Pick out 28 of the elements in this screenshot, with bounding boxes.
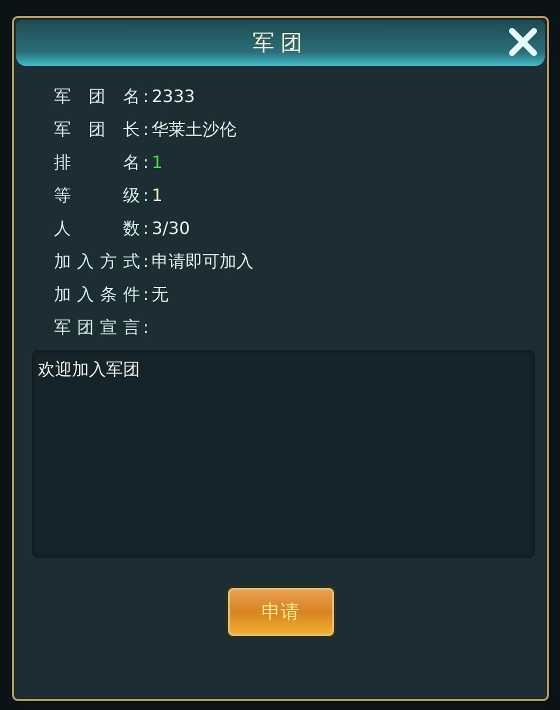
info-label: 人 数 (54, 218, 140, 240)
colon: : (143, 252, 149, 272)
colon: : (143, 186, 149, 206)
info-value: 1 (152, 186, 163, 206)
info-value: 2333 (152, 86, 195, 106)
info-value: 无 (152, 284, 169, 306)
info-value: 申请即可加入 (152, 251, 254, 273)
apply-button[interactable]: 申请 (228, 588, 334, 636)
info-label: 军团宣言 (54, 317, 140, 339)
colon: : (143, 120, 149, 140)
info-label: 等 级 (54, 185, 140, 207)
colon: : (143, 152, 149, 172)
colon: : (143, 218, 149, 238)
info-label: 军 团 长 (54, 119, 140, 141)
info-label: 军 团 名 (54, 86, 140, 108)
info-value: 3/30 (152, 218, 190, 238)
info-label: 加入方式 (54, 251, 140, 273)
info-label: 加入条件 (54, 284, 140, 306)
colon: : (143, 284, 149, 304)
close-button[interactable] (507, 28, 539, 58)
colon: : (143, 86, 149, 106)
info-value: 华莱土沙伦 (152, 119, 237, 141)
info-value: 1 (152, 152, 163, 172)
colon: : (143, 318, 149, 338)
motto-box: 欢迎加入军团 (32, 350, 535, 558)
window-title: 军团 (252, 30, 308, 58)
info-label: 排 名 (54, 152, 140, 174)
close-icon (508, 28, 538, 56)
